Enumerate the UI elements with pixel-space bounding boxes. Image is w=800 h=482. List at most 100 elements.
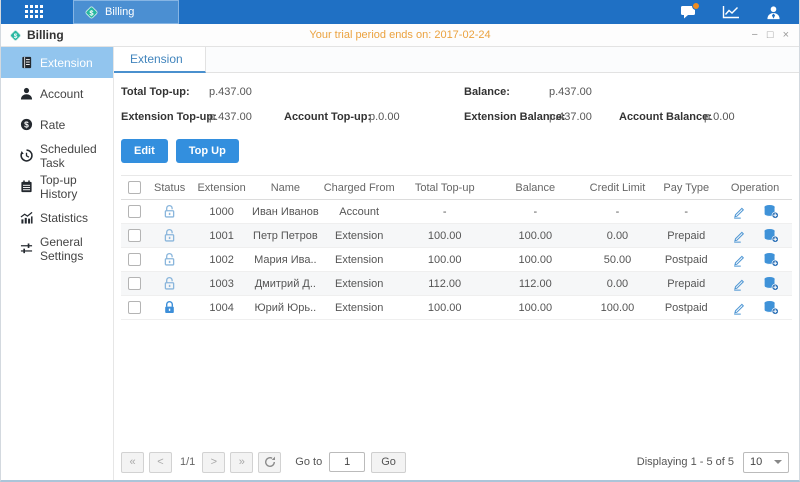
cell-charged-from: Extension [318,223,400,248]
app-grid-icon[interactable] [25,5,43,19]
row-checkbox[interactable] [127,301,141,314]
cell-extension: 1000 [191,199,252,224]
page-size-select[interactable]: 10 [743,451,789,473]
user-account-button[interactable] [766,5,781,20]
row-checkbox[interactable] [127,277,141,290]
extension-notebook-icon [22,56,32,69]
select-all-checkbox[interactable] [127,181,141,194]
status-lock-icon [162,229,177,242]
sidebar-item-topup-history[interactable]: Top-up History [1,171,113,202]
top-up-button[interactable]: Top Up [175,139,239,163]
cell-charged-from: Extension [318,247,400,272]
cell-checkbox [121,223,148,248]
topup-coins-icon [763,228,779,243]
sidebar-item-extension[interactable]: Extension [1,47,113,78]
edit-row-button[interactable] [732,277,746,291]
cell-credit-limit: 0.00 [580,223,655,248]
billing-app-tab[interactable]: $ Billing [73,0,179,24]
billing-title-icon: $ [10,29,21,41]
top-up-row-button[interactable] [763,228,779,243]
cell-balance: 100.00 [490,247,581,272]
go-button[interactable]: Go [371,451,406,473]
cell-pay-type: - [654,199,719,224]
summary-row-1: Total Top-up: p.437.00 Balance: p.437.00 [114,81,799,106]
cell-credit-limit: - [580,199,655,224]
top-up-row-button[interactable] [763,204,779,219]
cell-charged-from: Extension [318,295,400,320]
status-lock-icon [162,205,177,218]
account-person-icon [20,87,33,100]
edit-row-button[interactable] [732,229,746,243]
last-page-button[interactable]: » [230,451,254,473]
balance-value: p.437.00 [549,86,592,98]
cell-total-topup: - [399,199,490,224]
tab-extension[interactable]: Extension [114,47,206,73]
sidebar-item-label: Rate [40,117,66,132]
top-bar: $ Billing [1,0,799,24]
summary-row-2: Extension Top-up: p.437.00 Account Top-u… [114,106,799,131]
page-indicator: 1/1 [180,456,196,468]
cell-checkbox [121,271,148,296]
goto-page-input[interactable] [329,452,366,472]
chevron-down-icon [774,460,782,464]
sidebar-item-statistics[interactable]: Statistics [1,202,113,233]
pager-right: Displaying 1 - 5 of 5 10 [637,451,789,473]
edit-row-button[interactable] [732,253,746,267]
refresh-button[interactable] [258,451,282,473]
row-checkbox[interactable] [127,229,141,242]
row-checkbox[interactable] [127,205,141,218]
extension-row: 1000 Иван Иванов Account - - - - [121,199,792,224]
col-operation: Operation [718,175,792,200]
billing-app-icon: $ [85,6,98,18]
sidebar-item-account[interactable]: Account [1,78,113,109]
unlocked-icon [164,205,175,218]
unlocked-icon [164,277,175,290]
cell-balance: - [490,199,581,224]
notifications-button[interactable] [680,2,700,19]
close-button[interactable]: × [783,29,789,41]
extension-table: Status Extension Name Charged From Total… [121,175,792,320]
topup-coins-icon [763,300,779,315]
extension-topup-value: p.437.00 [209,111,252,123]
top-up-row-button[interactable] [763,300,779,315]
minimize-button[interactable]: − [751,29,757,41]
page-size-value: 10 [750,456,763,468]
top-up-row-button[interactable] [763,276,779,291]
extension-row: 1004 Юрий Юрь.. Extension 100.00 100.00 … [121,295,792,320]
sidebar-item-scheduled-task[interactable]: Scheduled Task [1,140,113,171]
cell-operation [718,271,792,296]
locked-icon [165,301,174,313]
edit-row-button[interactable] [732,301,746,315]
cell-total-topup: 100.00 [399,247,490,272]
col-charged-from: Charged From [318,175,400,200]
topup-coins-icon [763,276,779,291]
prev-page-button[interactable]: < [149,451,172,473]
cell-name: Мария Ива.. [251,247,319,272]
row-checkbox[interactable] [127,253,141,266]
sidebar-item-rate[interactable]: $ Rate [1,109,113,140]
cell-total-topup: 100.00 [399,295,490,320]
maximize-button[interactable]: □ [767,29,774,41]
edit-row-button[interactable] [732,205,746,219]
cell-checkbox [121,247,148,272]
next-page-button[interactable]: > [202,451,226,473]
svg-text:$: $ [14,32,18,39]
cell-status [147,247,192,272]
cell-checkbox [121,295,148,320]
goto-label: Go to [295,456,323,468]
topup-coins-icon [763,204,779,219]
billing-app-tab-label: Billing [105,6,135,18]
total-topup-label: Total Top-up: [121,86,190,98]
topup-coins-icon [763,252,779,267]
sidebar-item-general-settings[interactable]: General Settings [1,233,113,264]
user-icon [767,5,780,19]
edit-pencil-icon [733,255,744,267]
statistics-monitor-button[interactable] [722,5,740,19]
cell-extension: 1003 [191,271,252,296]
table-header-row: Status Extension Name Charged From Total… [121,175,792,200]
scheduled-task-clock-icon [20,149,33,162]
edit-button[interactable]: Edit [121,139,168,163]
cell-name: Дмитрий Д.. [251,271,319,296]
first-page-button[interactable]: « [121,451,144,473]
top-up-row-button[interactable] [763,252,779,267]
